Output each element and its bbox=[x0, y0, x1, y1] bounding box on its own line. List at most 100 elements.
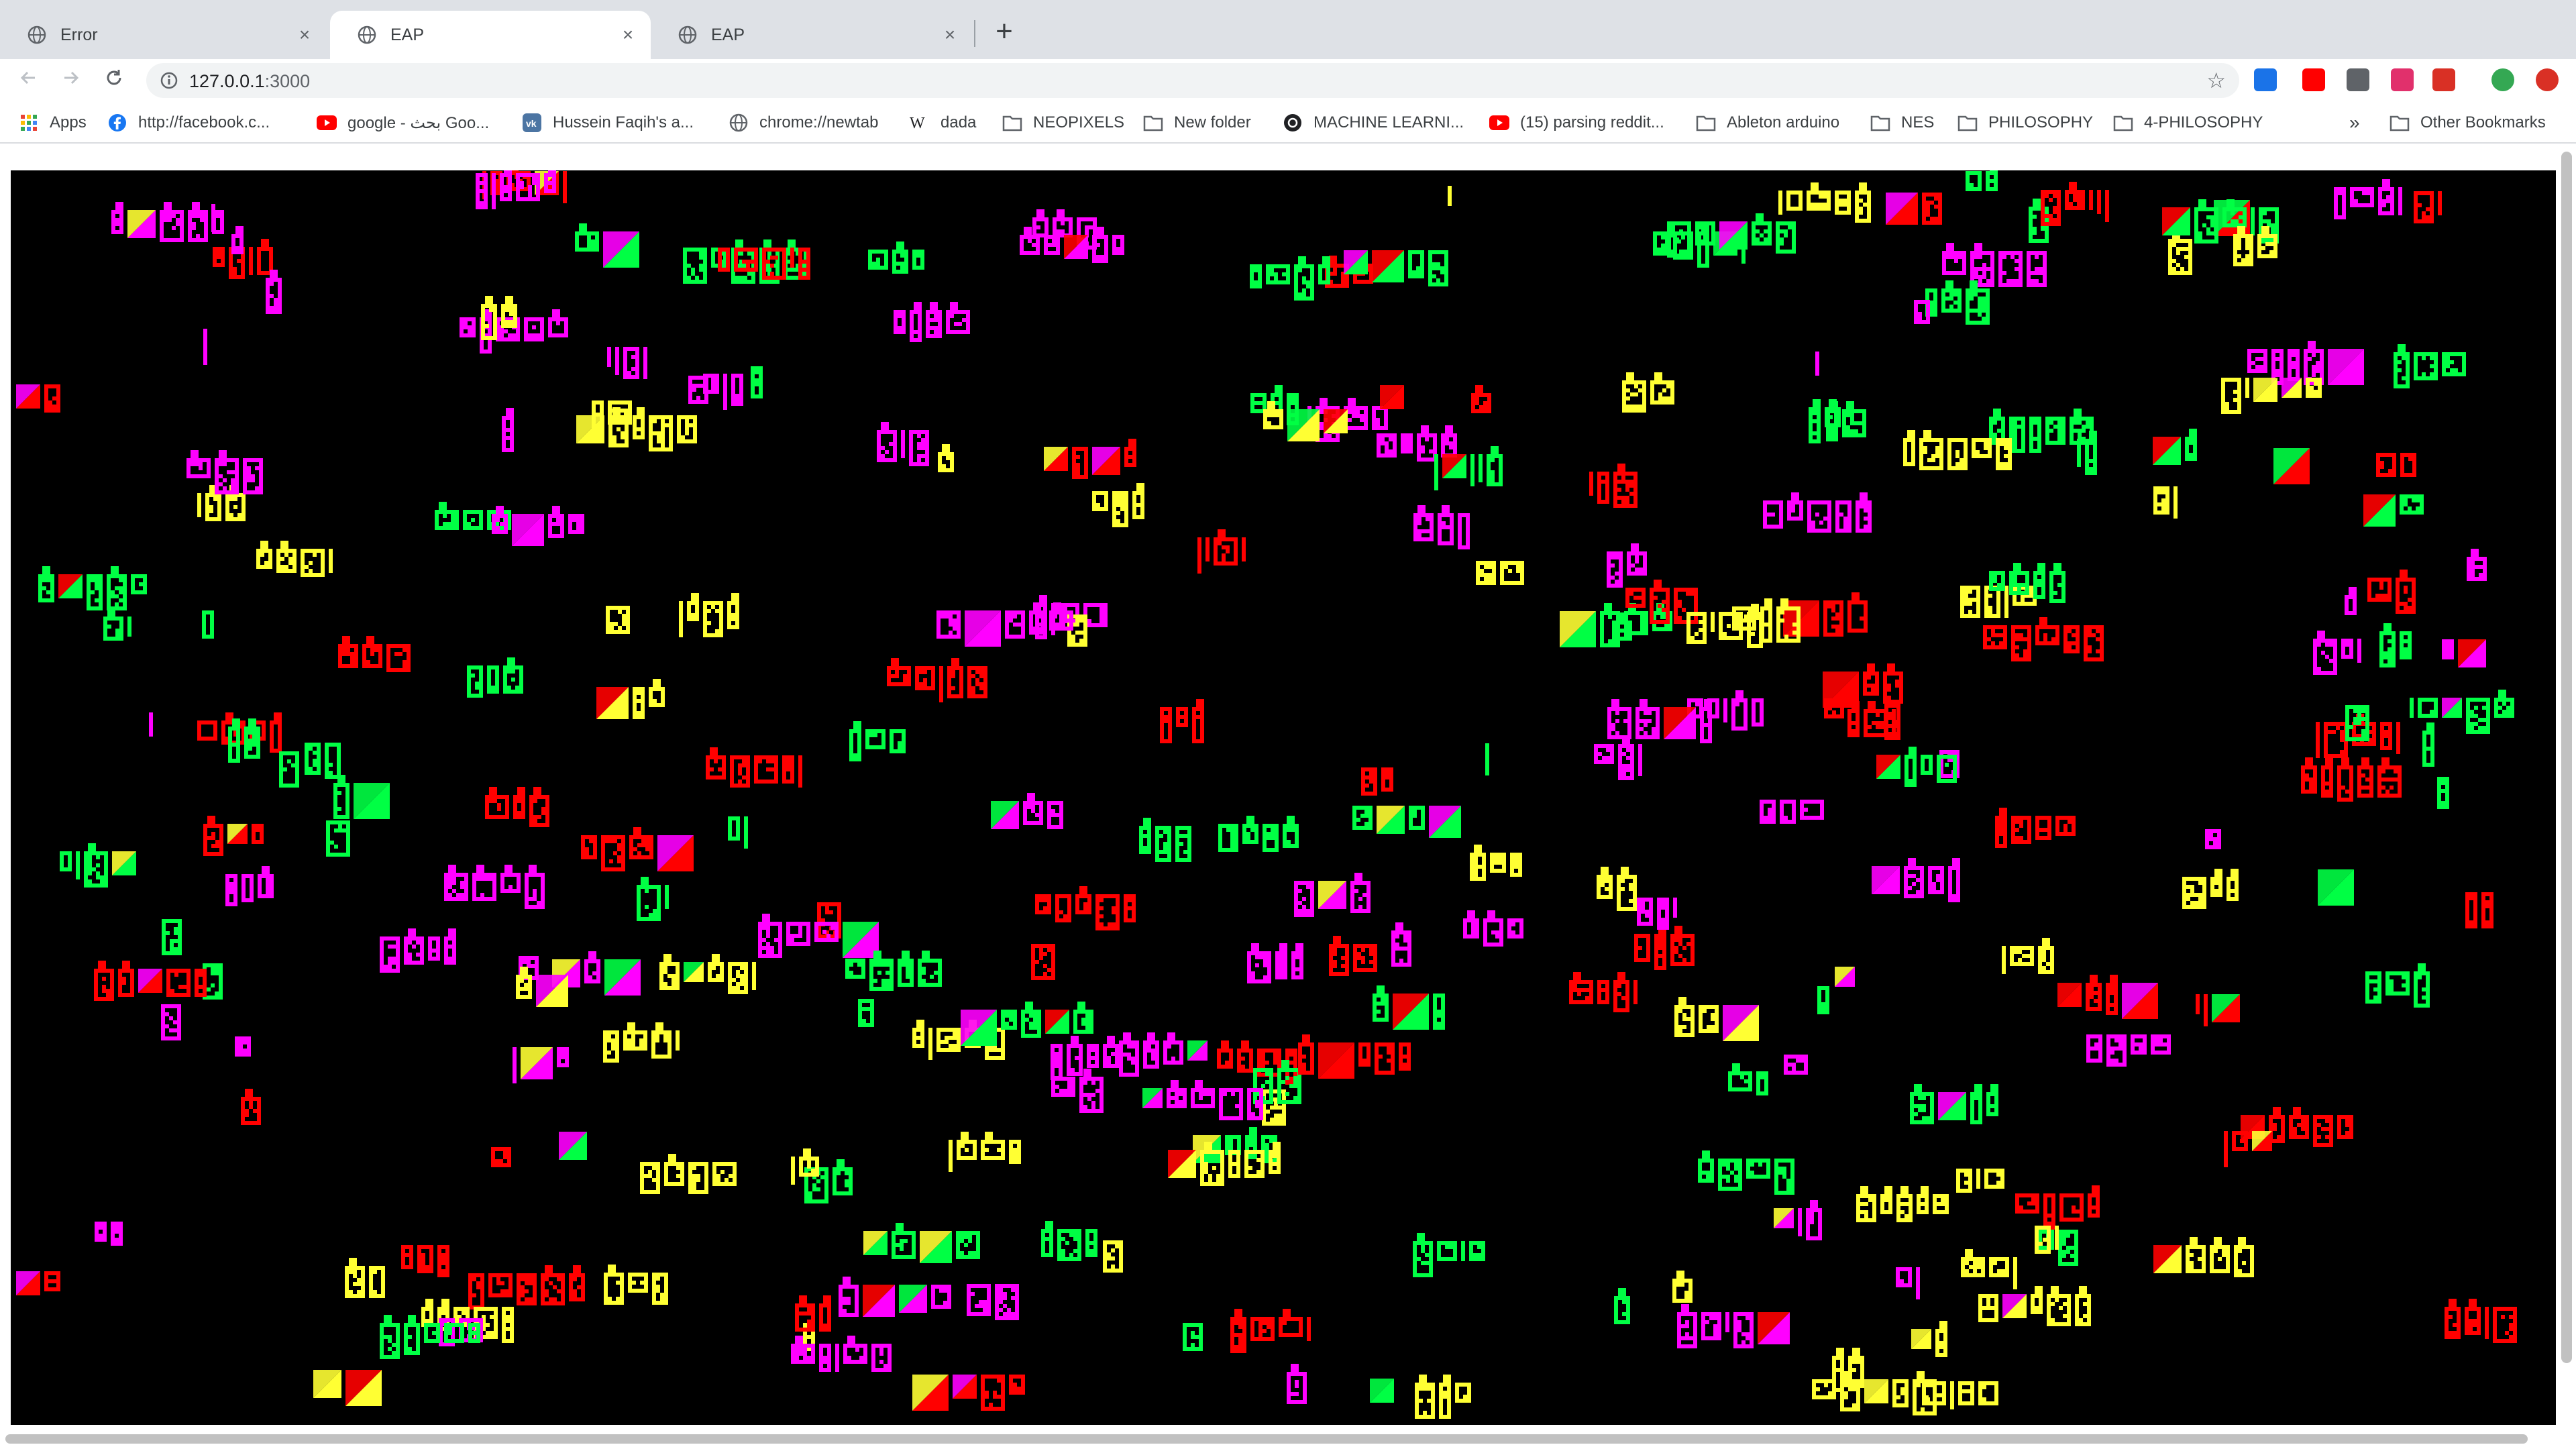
glyph-cluster bbox=[326, 820, 350, 857]
glyph-cluster bbox=[1698, 1150, 1794, 1195]
bookmark-3[interactable]: vk Hussein Faqih's a... bbox=[522, 110, 694, 136]
glyph-cluster bbox=[1910, 1084, 1998, 1124]
glyph-cluster bbox=[401, 1245, 449, 1277]
arrow-left-icon bbox=[20, 71, 35, 85]
bookmark-0[interactable]: Apps bbox=[19, 110, 87, 136]
globe-icon bbox=[729, 113, 749, 133]
glyph-cluster bbox=[1942, 243, 2047, 287]
glyph-cluster bbox=[1373, 985, 1445, 1030]
glyph-cluster bbox=[2363, 494, 2424, 527]
info-icon[interactable] bbox=[160, 71, 178, 90]
bookmark-12[interactable]: PHILOSOPHY bbox=[1957, 110, 2093, 136]
bookmark-10[interactable]: Ableton arduino bbox=[1696, 110, 1839, 136]
bookmark-5[interactable]: Wdada bbox=[910, 110, 976, 136]
update-alert-icon[interactable] bbox=[2536, 68, 2559, 91]
bookmark-4[interactable]: chrome://newtab bbox=[729, 110, 878, 136]
glyph-cluster bbox=[485, 787, 549, 827]
instagram-extension-icon[interactable] bbox=[2391, 68, 2414, 91]
glyph-cluster bbox=[2365, 963, 2430, 1008]
close-icon[interactable]: × bbox=[941, 25, 959, 44]
glyph-cluster bbox=[2221, 378, 2322, 414]
glyph-cluster bbox=[559, 1132, 587, 1160]
address-bar[interactable]: 127.0.0.1:3000 ☆ bbox=[146, 63, 2239, 98]
glyph-cluster bbox=[1956, 1169, 2004, 1193]
glyph-cluster bbox=[1614, 1288, 1630, 1324]
glyph-cluster bbox=[1413, 505, 1470, 549]
bookmark-8[interactable]: MACHINE LEARNI... bbox=[1283, 110, 1464, 136]
new-tab-button[interactable]: + bbox=[989, 16, 1020, 47]
glyph-cluster bbox=[1391, 922, 1411, 967]
bookmark-11[interactable]: NES bbox=[1870, 110, 1934, 136]
forward-button[interactable] bbox=[56, 66, 86, 95]
glyph-cluster bbox=[1031, 944, 1055, 980]
bookmark-13[interactable]: 4-PHILOSOPHY bbox=[2113, 110, 2263, 136]
tab-strip: Error × EAP × EAP × + bbox=[0, 0, 2576, 59]
glyph-cluster bbox=[1485, 743, 1489, 775]
profile-avatar-icon[interactable] bbox=[2491, 68, 2514, 91]
other-bookmarks[interactable]: Other Bookmarks bbox=[2390, 110, 2546, 136]
folder-icon bbox=[2113, 113, 2133, 133]
glyph-cluster bbox=[1812, 1371, 1937, 1415]
glyph-cluster bbox=[1961, 1249, 2017, 1289]
scroll-thumb[interactable] bbox=[2561, 152, 2572, 1363]
glyph-cluster bbox=[2376, 453, 2416, 477]
glyph-cluster bbox=[203, 816, 264, 856]
pdf-extension-icon[interactable] bbox=[2432, 68, 2455, 91]
url-host: 127.0.0.1 bbox=[189, 71, 265, 91]
glyph-cluster bbox=[1197, 529, 1246, 574]
tab-error[interactable]: Error × bbox=[0, 11, 327, 59]
tab-eap[interactable]: EAP × bbox=[651, 11, 973, 59]
glyph-cluster bbox=[38, 566, 147, 610]
glyph-cluster bbox=[1230, 1309, 1311, 1353]
glyph-cluster bbox=[1361, 767, 1393, 796]
glyph-cluster bbox=[313, 1370, 382, 1406]
glyph-cluster bbox=[103, 608, 131, 641]
tab-eap-active[interactable]: EAP × bbox=[330, 11, 651, 59]
glyph-cluster bbox=[679, 593, 739, 637]
glyph-cluster bbox=[2182, 869, 2239, 909]
glyph-cluster bbox=[333, 775, 390, 819]
reload-button[interactable] bbox=[99, 66, 129, 95]
bookmark-1[interactable]: http://facebook.c... bbox=[107, 110, 270, 136]
glyph-cluster bbox=[2029, 199, 2049, 243]
glyph-cluster bbox=[2273, 448, 2310, 484]
browser-toolbar: 127.0.0.1:3000 ☆ bbox=[0, 59, 2576, 102]
glyph-cluster bbox=[1824, 698, 1844, 718]
bookmark-label: google - بحث Goo... bbox=[347, 113, 490, 132]
glyph-cluster bbox=[491, 1147, 511, 1167]
glyph-cluster bbox=[938, 444, 954, 472]
glyph-cluster bbox=[703, 374, 743, 410]
glyph-cluster bbox=[513, 1047, 569, 1083]
glyph-cluster bbox=[203, 329, 207, 365]
glyph-cluster bbox=[1622, 372, 1674, 413]
bookmark-7[interactable]: New folder bbox=[1143, 110, 1251, 136]
glyph-cluster bbox=[1784, 1055, 1808, 1075]
bookmark-2[interactable]: google - بحث Goo... bbox=[317, 110, 489, 136]
sketch-canvas[interactable] bbox=[11, 170, 2556, 1425]
glyph-cluster bbox=[1914, 300, 1930, 324]
close-icon[interactable]: × bbox=[619, 25, 637, 44]
chart-extension-icon[interactable] bbox=[2254, 68, 2277, 91]
bookmarks-overflow-button[interactable]: » bbox=[2349, 110, 2360, 136]
glyph-cluster bbox=[606, 606, 630, 634]
glyph-cluster bbox=[863, 1223, 980, 1263]
youtube-extension-icon[interactable] bbox=[2302, 68, 2325, 91]
close-icon[interactable]: × bbox=[295, 25, 314, 44]
glyph-cluster bbox=[1686, 604, 1763, 648]
glyph-cluster bbox=[111, 202, 224, 242]
horizontal-scrollbar[interactable] bbox=[0, 1429, 2556, 1449]
scroll-thumb[interactable] bbox=[5, 1434, 2528, 1444]
glyph-cluster bbox=[211, 204, 215, 232]
glyph-cluster bbox=[1218, 816, 1299, 852]
glyph-cluster bbox=[162, 919, 182, 955]
back-button[interactable] bbox=[13, 66, 43, 95]
folder-icon bbox=[1957, 113, 1978, 133]
bookmark-label: NES bbox=[1901, 113, 1935, 131]
face-extension-icon[interactable] bbox=[2347, 68, 2369, 91]
bookmark-6[interactable]: NEOPIXELS bbox=[1002, 110, 1124, 136]
bookmark-9[interactable]: (15) parsing reddit... bbox=[1489, 110, 1664, 136]
glyph-cluster bbox=[1634, 926, 1695, 970]
star-icon[interactable]: ☆ bbox=[2206, 70, 2226, 91]
glyph-cluster bbox=[1783, 592, 1868, 637]
vertical-scrollbar[interactable] bbox=[2556, 145, 2576, 1449]
